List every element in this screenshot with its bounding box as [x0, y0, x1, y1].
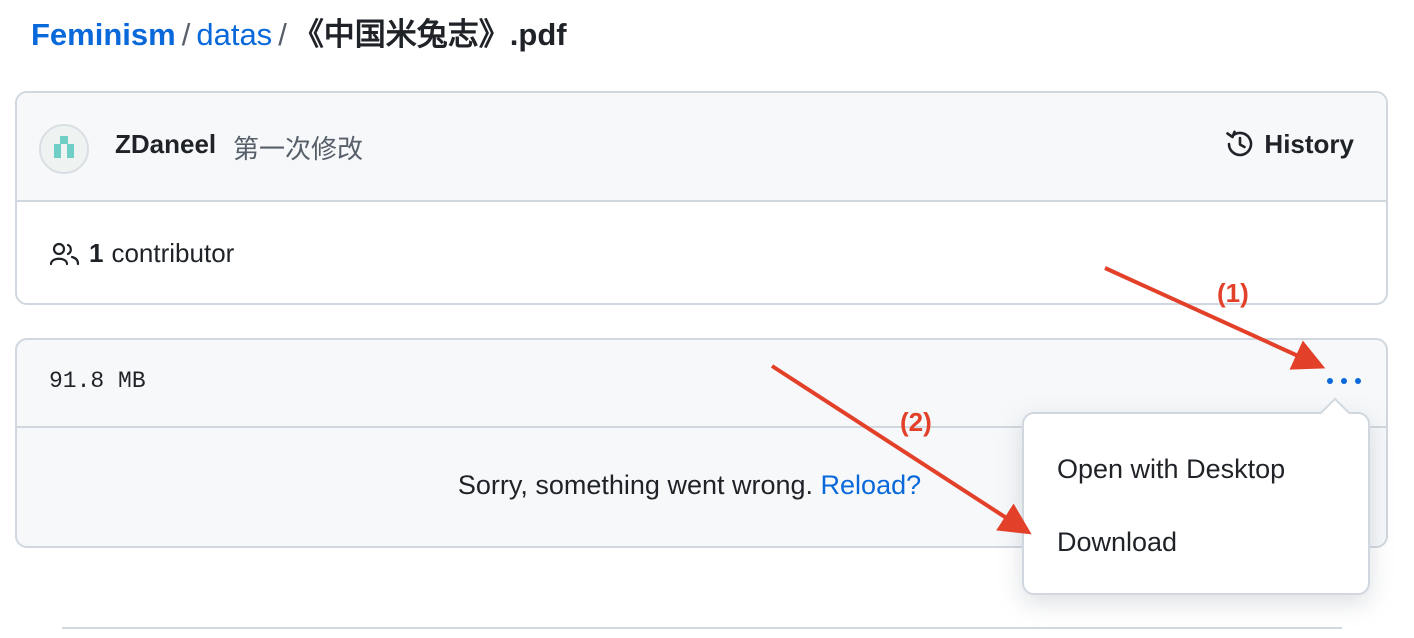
- annotation-step-2: (2): [900, 407, 932, 437]
- commit-message[interactable]: 第一次修改: [233, 129, 363, 166]
- history-icon: [1226, 130, 1253, 157]
- breadcrumb-repo-link[interactable]: Feminism: [31, 17, 176, 52]
- breadcrumb-file-name: 《中国米兔志》.pdf: [292, 17, 567, 52]
- avatar[interactable]: [39, 124, 89, 174]
- history-button[interactable]: History: [1224, 128, 1354, 160]
- history-label: History: [1264, 128, 1354, 159]
- breadcrumb-separator: /: [181, 17, 191, 52]
- contributor-label: contributor: [111, 238, 235, 268]
- menu-item-download[interactable]: Download: [1057, 527, 1177, 558]
- people-icon: [49, 242, 80, 265]
- breadcrumb-separator: /: [278, 17, 287, 52]
- reload-link[interactable]: Reload?: [821, 470, 922, 500]
- divider: [62, 627, 1342, 629]
- contributors[interactable]: 1 contributor: [49, 238, 234, 269]
- avatar-identicon: [41, 126, 87, 172]
- contributor-count: 1: [89, 238, 104, 268]
- file-size: 91.8 MB: [49, 368, 146, 394]
- commit-author[interactable]: ZDaneel: [115, 129, 216, 160]
- commit-header: ZDaneel 第一次修改 History: [17, 93, 1386, 202]
- file-actions-menu: Open with Desktop Download: [1022, 397, 1370, 595]
- breadcrumb-dir-link[interactable]: datas: [196, 17, 272, 52]
- latest-commit-box: ZDaneel 第一次修改 History 1 contributor: [15, 91, 1388, 305]
- menu-item-open-with-desktop[interactable]: Open with Desktop: [1057, 454, 1285, 485]
- kebab-icon[interactable]: [1324, 366, 1364, 398]
- breadcrumb: Feminism / datas / 《中国米兔志》.pdf: [31, 14, 567, 56]
- annotation-step-1: (1): [1217, 278, 1249, 308]
- error-text: Sorry, something went wrong.: [457, 470, 814, 500]
